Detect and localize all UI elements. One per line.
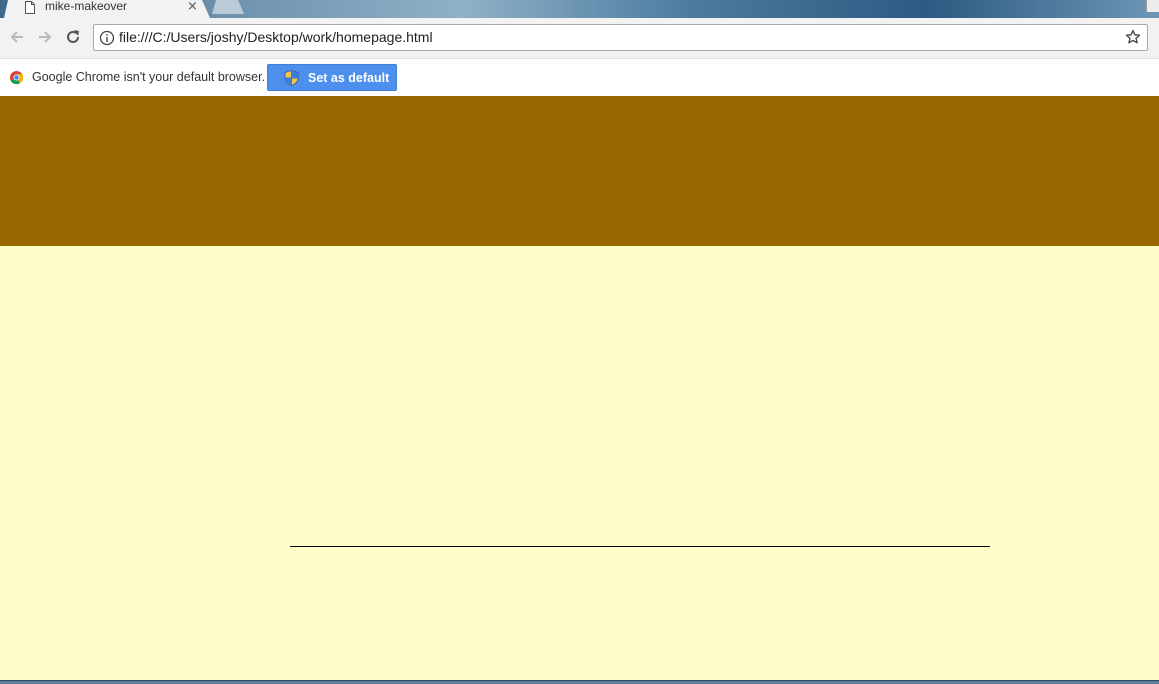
shield-icon	[284, 70, 299, 86]
tab-strip: mike-makeover ×	[0, 0, 1159, 18]
address-bar[interactable]: file:///C:/Users/joshy/Desktop/work/home…	[93, 24, 1148, 51]
star-icon[interactable]	[1125, 29, 1141, 45]
new-tab-button[interactable]	[212, 0, 244, 14]
infobar-message: Google Chrome isn't your default browser…	[32, 70, 266, 84]
url-text[interactable]: file:///C:/Users/joshy/Desktop/work/home…	[119, 29, 433, 46]
page-icon	[25, 1, 35, 14]
tab-title: mike-makeover	[45, 0, 128, 13]
horizontal-rule	[290, 546, 990, 547]
page-body	[0, 246, 1159, 680]
info-icon[interactable]	[99, 30, 115, 46]
reload-icon[interactable]	[64, 28, 82, 46]
os-taskbar	[0, 680, 1159, 684]
tab-close-icon[interactable]: ×	[187, 0, 198, 13]
set-as-default-button[interactable]: Set as default	[267, 64, 397, 91]
back-arrow-icon[interactable]	[8, 28, 26, 46]
default-browser-infobar: Google Chrome isn't your default browser…	[0, 58, 1159, 96]
window-caption-button[interactable]	[1146, 0, 1159, 12]
page-header-banner	[0, 96, 1159, 246]
set-as-default-label: Set as default	[308, 71, 390, 85]
browser-toolbar: file:///C:/Users/joshy/Desktop/work/home…	[0, 18, 1159, 58]
browser-tab[interactable]: mike-makeover ×	[4, 0, 210, 18]
chrome-logo-icon	[9, 70, 24, 85]
forward-arrow-icon[interactable]	[36, 28, 54, 46]
